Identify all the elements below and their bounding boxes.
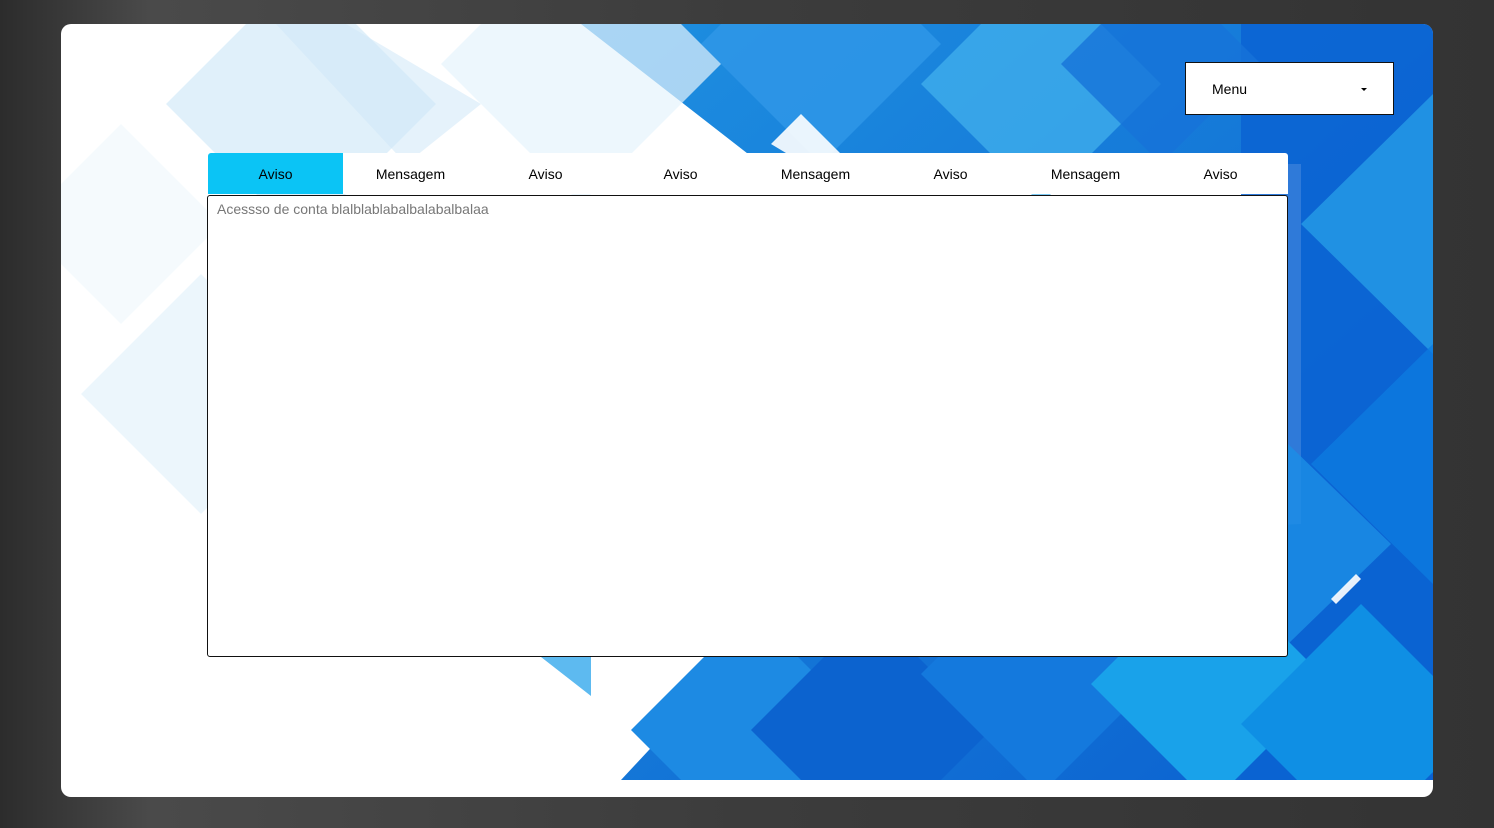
menu-label: Menu — [1212, 80, 1248, 97]
tab-aviso[interactable]: Aviso — [208, 153, 343, 194]
tab-mensagem[interactable]: Mensagem — [343, 153, 478, 194]
tab-mensagem[interactable]: Mensagem — [1018, 153, 1153, 194]
caret-down-icon — [1361, 88, 1367, 91]
content-panel: Acessso de conta blalblablabalbalabalbal… — [207, 195, 1288, 657]
tab-aviso[interactable]: Aviso — [613, 153, 748, 194]
tab-aviso[interactable]: Aviso — [883, 153, 1018, 194]
content-text: Acessso de conta blalblablabalbalabalbal… — [217, 201, 489, 217]
tab-aviso[interactable]: Aviso — [478, 153, 613, 194]
app-window: Menu Aviso Mensagem Aviso Aviso Mensagem… — [61, 24, 1433, 797]
tab-mensagem[interactable]: Mensagem — [748, 153, 883, 194]
tab-aviso[interactable]: Aviso — [1153, 153, 1288, 194]
menu-dropdown[interactable]: Menu — [1185, 62, 1394, 115]
tab-bar: Aviso Mensagem Aviso Aviso Mensagem Avis… — [208, 153, 1288, 194]
